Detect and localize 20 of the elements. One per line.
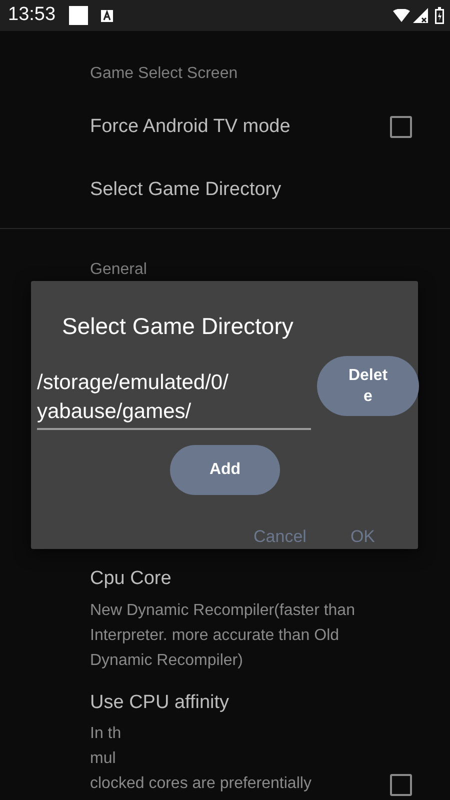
preference-title[interactable]: Select Game Directory xyxy=(90,176,412,204)
category-header: Game Select Screen xyxy=(89,64,239,84)
wifi-icon xyxy=(393,9,410,22)
checkbox[interactable] xyxy=(390,774,412,796)
preference-summary: In th mul clocked cores are preferentially xyxy=(90,724,312,794)
preference-title[interactable]: Use CPU affinity xyxy=(90,688,390,717)
battery-icon xyxy=(435,7,444,24)
preference-summary: New Dynamic Recompiler(faster than Interpreter. more accurate than Old Dynamic Recompiler) xyxy=(90,600,356,670)
notification-icon xyxy=(68,6,88,25)
add-button[interactable]: Add xyxy=(170,444,280,494)
directory-path-field[interactable]: /storage/emulated/0/ yabause/games/ xyxy=(37,368,311,430)
category-header: General xyxy=(89,260,148,280)
signal-icon xyxy=(413,8,428,23)
preference-title[interactable]: Force Android TV mode xyxy=(90,112,390,142)
checkbox[interactable] xyxy=(390,116,412,138)
dialog-title: Select Game Directory xyxy=(61,312,294,341)
status-time: 13:53 xyxy=(8,3,56,28)
preference-title[interactable]: Cpu Core xyxy=(90,565,412,594)
delete-button[interactable]: Delet e xyxy=(317,356,419,416)
keyboard-notification-icon xyxy=(100,10,113,22)
